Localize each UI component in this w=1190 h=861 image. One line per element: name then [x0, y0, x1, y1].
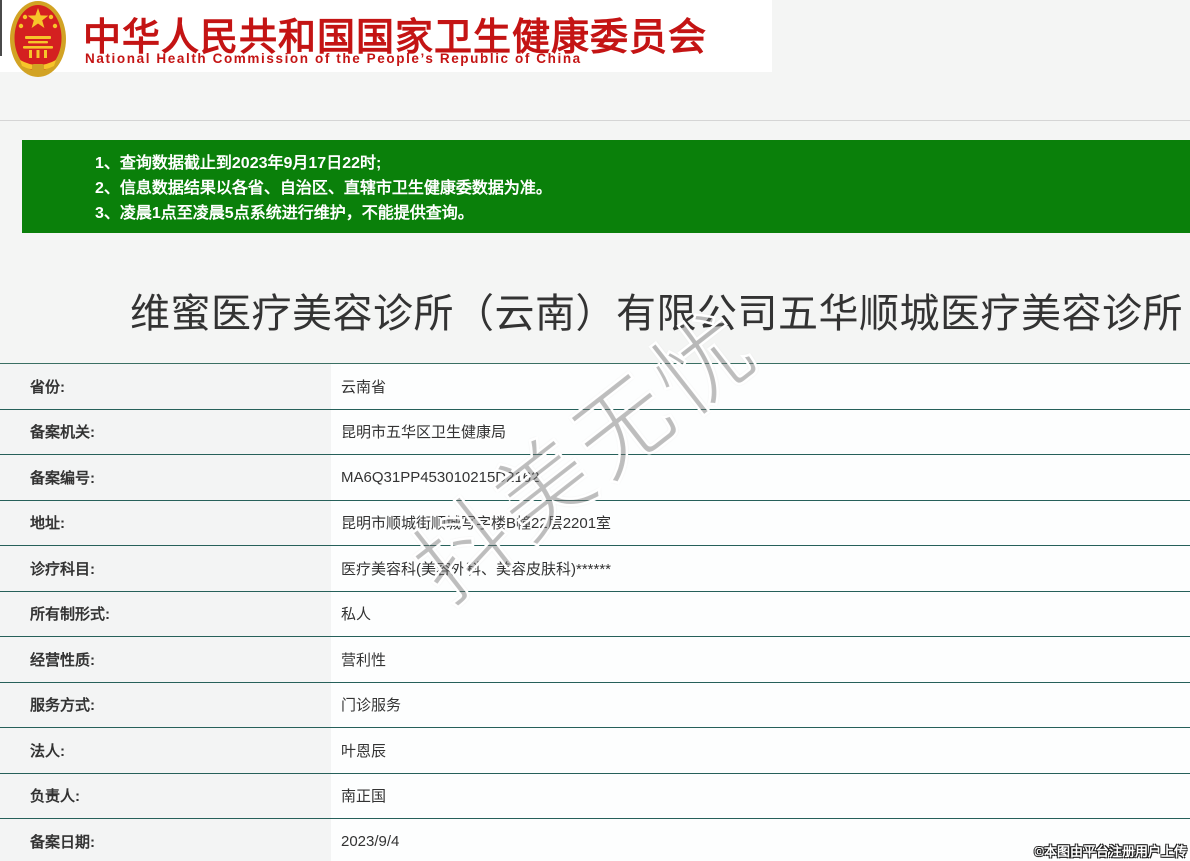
national-emblem-icon: [8, 0, 68, 78]
header-divider: [0, 120, 1190, 121]
row-value: 昆明市五华区卫生健康局: [341, 424, 507, 442]
window-edge: [0, 0, 2, 56]
row-label: 负责人:: [0, 773, 331, 818]
header-title-en: National Health Commission of the People…: [85, 51, 582, 66]
header: 中华人民共和国国家卫生健康委员会 National Health Commiss…: [0, 0, 772, 77]
row-value: MA6Q31PP453010215D2162: [341, 468, 540, 486]
row-label: 备案机关:: [0, 409, 331, 454]
row-label: 地址:: [0, 500, 331, 545]
table-row: 省份: 云南省: [0, 364, 1190, 410]
notice-line: 1、查询数据截止到2023年9月17日22时;: [95, 155, 382, 172]
notice-line: 3、凌晨1点至凌晨5点系统进行维护，不能提供查询。: [95, 205, 474, 222]
record-title: 维蜜医疗美容诊所（云南）有限公司五华顺城医疗美容诊所: [130, 292, 1183, 336]
row-value: 南正国: [341, 788, 387, 806]
notice-box: 1、查询数据截止到2023年9月17日22时; 2、信息数据结果以各省、自治区、直…: [22, 140, 1190, 233]
row-label: 诊疗科目:: [0, 546, 331, 591]
table-row: 经营性质: 营利性: [0, 637, 1190, 683]
row-value: 医疗美容科(美容外科、美容皮肤科)******: [341, 560, 612, 578]
row-value: 叶恩辰: [341, 742, 387, 760]
table-row: 所有制形式: 私人: [0, 591, 1190, 637]
upload-stamp: ©本图由平台注册用户上传: [1034, 844, 1187, 859]
row-label: 备案编号:: [0, 455, 331, 500]
table-row: 负责人: 南正国: [0, 773, 1190, 819]
row-value: 昆明市顺城街顺城写字楼B幢22层2201室: [341, 515, 612, 533]
row-label: 省份:: [0, 364, 331, 409]
row-value: 云南省: [341, 378, 387, 396]
table-row: 服务方式: 门诊服务: [0, 682, 1190, 728]
table-row: 法人: 叶恩辰: [0, 728, 1190, 774]
table-row: 备案机关: 昆明市五华区卫生健康局: [0, 409, 1190, 455]
table-row: 地址: 昆明市顺城街顺城写字楼B幢22层2201室: [0, 500, 1190, 546]
table-row: 备案日期: 2023/9/4: [0, 819, 1190, 861]
row-label: 备案日期:: [0, 819, 331, 861]
page: 中华人民共和国国家卫生健康委员会 National Health Commiss…: [0, 0, 1190, 861]
row-label: 所有制形式:: [0, 591, 331, 636]
table-row: 诊疗科目: 医疗美容科(美容外科、美容皮肤科)******: [0, 546, 1190, 592]
row-value: 私人: [341, 606, 372, 624]
row-label: 法人:: [0, 728, 331, 773]
row-label: 经营性质:: [0, 637, 331, 682]
table-row: 备案编号: MA6Q31PP453010215D2162: [0, 455, 1190, 501]
row-value: 营利性: [341, 651, 387, 669]
record-table: 省份: 云南省 备案机关: 昆明市五华区卫生健康局 备案编号: MA6Q31PP45301…: [0, 363, 1190, 861]
notice-line: 2、信息数据结果以各省、自治区、直辖市卫生健康委数据为准。: [95, 180, 552, 197]
row-value: 门诊服务: [341, 697, 402, 715]
row-label: 服务方式:: [0, 682, 331, 727]
